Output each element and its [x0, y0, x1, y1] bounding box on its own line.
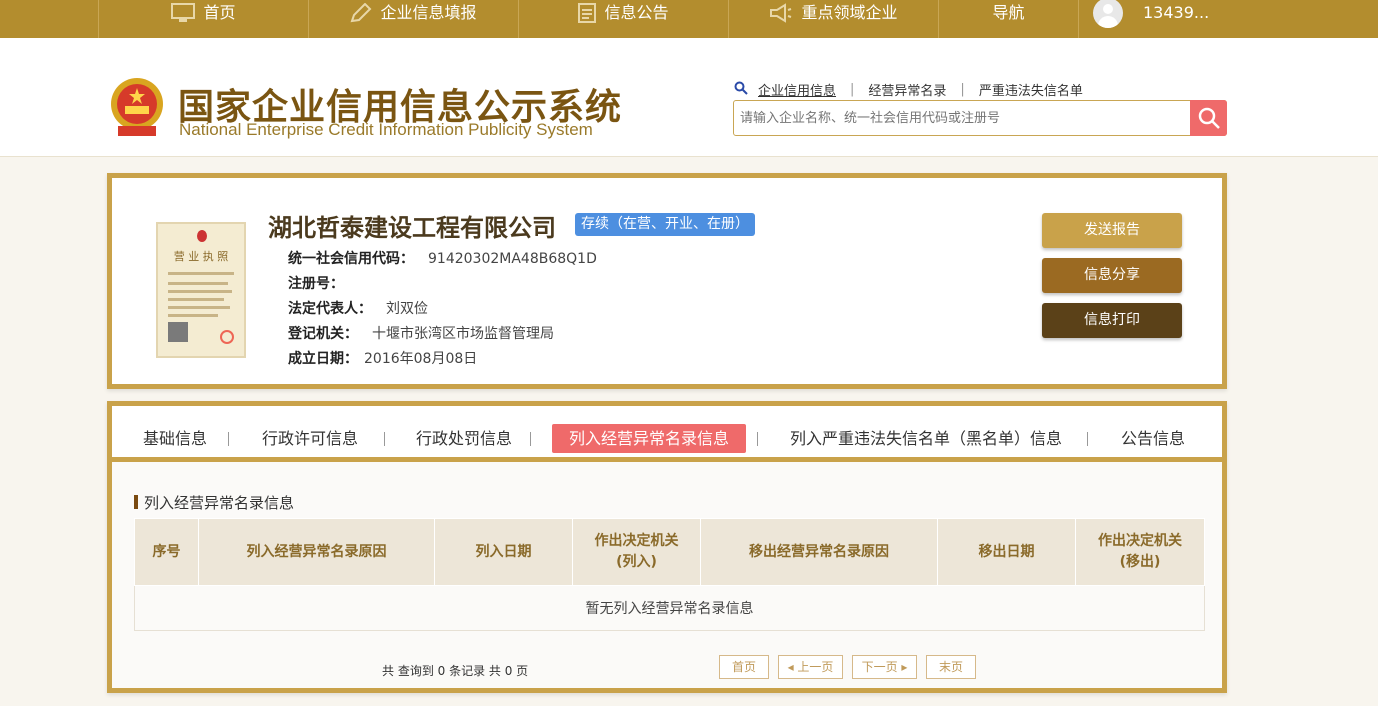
divider — [384, 432, 385, 446]
column-header: 作出决定机关(列入) — [572, 518, 701, 586]
quicklink-credit-info[interactable]: 企业信用信息 — [758, 80, 836, 99]
column-header: 列入日期 — [434, 518, 573, 586]
nav-label: 首页 — [203, 3, 236, 22]
column-header: 序号 — [134, 518, 199, 586]
tab-abnormal-operation[interactable]: 列入经营异常名录信息 — [552, 424, 746, 453]
company-name: 湖北哲泰建设工程有限公司 — [268, 214, 556, 242]
field-value: 刘双俭 — [386, 301, 428, 317]
field-label: 统一社会信用代码： — [288, 251, 414, 267]
empty-message: 暂无列入经营异常名录信息 — [134, 585, 1205, 631]
info-credit-code: 统一社会信用代码： 91420302MA48B68Q1D — [288, 248, 597, 268]
pager-info: 共 查询到 0 条记录 共 0 页 — [382, 664, 529, 678]
pager-last-button[interactable]: 末页 — [926, 655, 976, 679]
tab-admin-penalty[interactable]: 行政处罚信息 — [412, 424, 516, 453]
tab-bar: 基础信息 行政许可信息 行政处罚信息 列入经营异常名录信息 列入严重违法失信名单… — [112, 406, 1222, 462]
divider: | — [850, 82, 855, 97]
quick-links: 企业信用信息 | 经营异常名录 | 严重违法失信名单 — [734, 80, 1083, 99]
user-name: 13439... — [1143, 3, 1210, 22]
info-legal-representative: 法定代表人： 刘双俭 — [288, 298, 428, 318]
license-title: 营 业 执 照 — [173, 250, 229, 263]
seal-icon — [220, 330, 234, 344]
tab-admin-license[interactable]: 行政许可信息 — [258, 424, 362, 453]
divider — [530, 432, 531, 446]
pager-prev-button[interactable]: ◂ 上一页 — [778, 655, 843, 679]
info-establish-date: 成立日期： 2016年08月08日 — [288, 348, 477, 368]
top-navigation-bar: 首页 企业信息填报 信息公告 重点领域企业 导航 13439... — [0, 0, 1378, 38]
column-header: 移出经营异常名录原因 — [700, 518, 938, 586]
megaphone-icon — [769, 3, 793, 31]
tab-serious-violation-blacklist[interactable]: 列入严重违法失信名单（黑名单）信息 — [780, 424, 1072, 453]
nav-label: 信息公告 — [604, 3, 669, 22]
abnormal-list-table: 序号 列入经营异常名录原因 列入日期 作出决定机关(列入) 移出经营异常名录原因… — [134, 518, 1205, 631]
pager-next-button[interactable]: 下一页 ▸ — [852, 655, 917, 679]
send-report-button[interactable]: 发送报告 — [1042, 213, 1182, 248]
tab-basic-info[interactable]: 基础信息 — [132, 424, 218, 453]
national-emblem-icon — [108, 76, 166, 140]
field-label: 登记机关： — [288, 326, 358, 342]
nav-label: 重点领域企业 — [801, 3, 898, 22]
site-header: 国家企业信用信息公示系统 National Enterprise Credit … — [0, 38, 1378, 157]
field-label: 法定代表人： — [288, 301, 372, 317]
divider: | — [960, 82, 965, 97]
company-summary-panel: 营 业 执 照 湖北哲泰建设工程有限公司 存续（在营、开业、在册） 统一社会信用… — [107, 173, 1227, 389]
document-icon — [578, 3, 597, 31]
section-title: 列入经营异常名录信息 — [134, 492, 294, 513]
nav-label: 导航 — [992, 3, 1025, 22]
edit-icon — [350, 2, 372, 31]
license-emblem-icon — [197, 230, 207, 242]
field-value: 91420302MA48B68Q1D — [428, 251, 597, 267]
info-registration-number: 注册号： — [288, 273, 358, 293]
nav-item-enterprise-report[interactable]: 企业信息填报 — [308, 0, 518, 38]
nav-item-announcements[interactable]: 信息公告 — [518, 0, 728, 38]
search-icon — [1198, 107, 1220, 129]
pager-first-button[interactable]: 首页 — [719, 655, 769, 679]
nav-item-home[interactable]: 首页 — [98, 0, 308, 38]
share-info-button[interactable]: 信息分享 — [1042, 258, 1182, 293]
avatar — [1093, 0, 1123, 28]
table-header-row: 序号 列入经营异常名录原因 列入日期 作出决定机关(列入) 移出经营异常名录原因… — [134, 518, 1205, 586]
site-subtitle: National Enterprise Credit Information P… — [179, 120, 593, 139]
search-input[interactable] — [734, 101, 1190, 135]
print-info-button[interactable]: 信息打印 — [1042, 303, 1182, 338]
quicklink-abnormal-list[interactable]: 经营异常名录 — [868, 80, 946, 99]
column-header: 作出决定机关(移出) — [1075, 518, 1205, 586]
monitor-icon — [171, 3, 196, 31]
search-box — [733, 100, 1227, 136]
table-row: 暂无列入经营异常名录信息 — [134, 585, 1205, 631]
search-icon — [734, 81, 748, 99]
field-value: 十堰市张湾区市场监督管理局 — [372, 326, 554, 342]
user-menu[interactable]: 13439... — [1078, 0, 1378, 38]
business-license-image[interactable]: 营 业 执 照 — [156, 222, 246, 358]
divider — [1087, 432, 1088, 446]
divider — [757, 432, 758, 446]
qr-code-icon — [168, 322, 188, 342]
nav-item-key-industries[interactable]: 重点领域企业 — [728, 0, 938, 38]
info-registration-authority: 登记机关： 十堰市张湾区市场监督管理局 — [288, 323, 554, 343]
divider — [228, 432, 229, 446]
status-badge: 存续（在营、开业、在册） — [575, 213, 755, 236]
field-label: 注册号： — [288, 276, 344, 292]
column-header: 列入经营异常名录原因 — [198, 518, 435, 586]
field-value: 2016年08月08日 — [364, 351, 478, 367]
quicklink-blacklist[interactable]: 严重违法失信名单 — [979, 80, 1083, 99]
nav-item-navigation[interactable]: 导航 — [938, 0, 1078, 38]
search-button[interactable] — [1190, 100, 1227, 136]
tab-announcements[interactable]: 公告信息 — [1108, 424, 1198, 453]
field-label: 成立日期： — [288, 351, 358, 367]
column-header: 移出日期 — [937, 518, 1076, 586]
detail-tabs-panel: 基础信息 行政许可信息 行政处罚信息 列入经营异常名录信息 列入严重违法失信名单… — [107, 401, 1227, 693]
nav-label: 企业信息填报 — [380, 3, 477, 22]
